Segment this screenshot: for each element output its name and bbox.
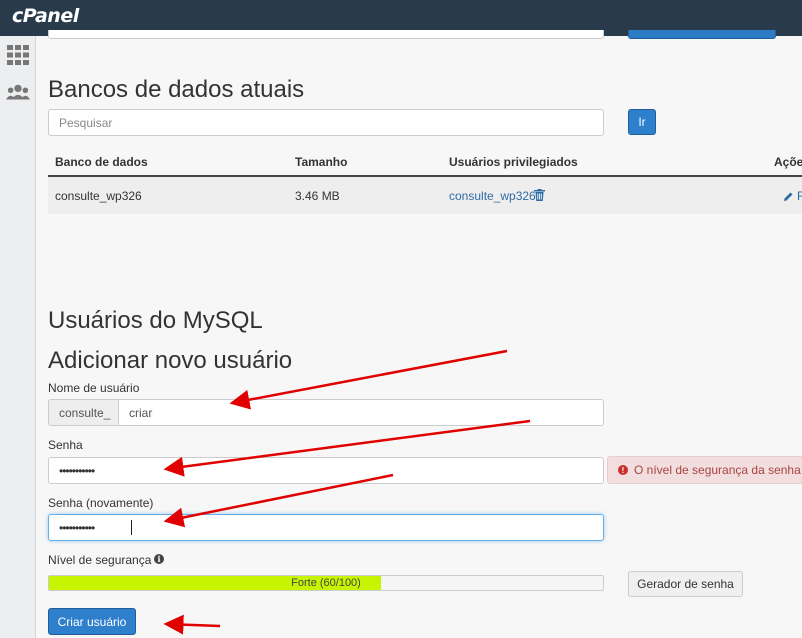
username-input[interactable]: criar bbox=[118, 399, 604, 426]
username-label: Nome de usuário bbox=[48, 381, 140, 395]
go-button[interactable]: Ir bbox=[628, 109, 656, 135]
previous-section-input[interactable] bbox=[48, 30, 604, 39]
column-header-database[interactable]: Banco de dados bbox=[55, 155, 148, 169]
cell-privileged-user-link[interactable]: consulte_wp326 bbox=[449, 189, 536, 203]
table-row bbox=[48, 177, 802, 214]
info-icon[interactable]: i bbox=[154, 554, 164, 564]
trash-icon[interactable] bbox=[534, 188, 545, 201]
previous-section-button[interactable] bbox=[628, 30, 776, 39]
search-input[interactable]: Pesquisar bbox=[48, 109, 604, 136]
password-again-label: Senha (novamente) bbox=[48, 496, 154, 510]
alert-text: O nível de segurança da senha d bbox=[634, 463, 802, 477]
add-user-subtitle: Adicionar novo usuário bbox=[48, 347, 293, 374]
create-user-button[interactable]: Criar usuário bbox=[48, 608, 136, 635]
sidebar bbox=[0, 36, 36, 638]
text-cursor bbox=[131, 520, 132, 535]
cpanel-logo[interactable]: cPanel bbox=[12, 5, 79, 27]
current-databases-title: Bancos de dados atuais bbox=[48, 76, 305, 103]
pencil-icon[interactable] bbox=[783, 189, 794, 201]
rename-action-link[interactable]: R bbox=[797, 189, 802, 203]
password-strength-alert: ! O nível de segurança da senha d bbox=[607, 456, 802, 484]
strength-meter-text: Forte (60/100) bbox=[291, 577, 361, 589]
cell-database: consulte_wp326 bbox=[55, 189, 142, 203]
arrow-create-button bbox=[163, 614, 221, 635]
username-prefix: consulte_ bbox=[48, 399, 119, 426]
strength-meter: Forte (60/100) bbox=[48, 575, 604, 591]
strength-label: Nível de segurança bbox=[48, 553, 152, 567]
grid-icon[interactable] bbox=[6, 44, 30, 66]
password-generator-button[interactable]: Gerador de senha bbox=[628, 571, 743, 597]
cell-size: 3.46 MB bbox=[295, 189, 340, 203]
mysql-users-title: Usuários do MySQL bbox=[48, 307, 263, 334]
users-icon[interactable] bbox=[6, 82, 30, 104]
column-header-privileged-users: Usuários privilegiados bbox=[449, 155, 578, 169]
column-header-actions: Ações bbox=[774, 155, 802, 169]
password-input[interactable]: ••••••••••• bbox=[48, 457, 604, 484]
alert-icon: ! bbox=[618, 465, 628, 475]
password-label: Senha bbox=[48, 438, 83, 452]
column-header-size[interactable]: Tamanho bbox=[295, 155, 347, 169]
